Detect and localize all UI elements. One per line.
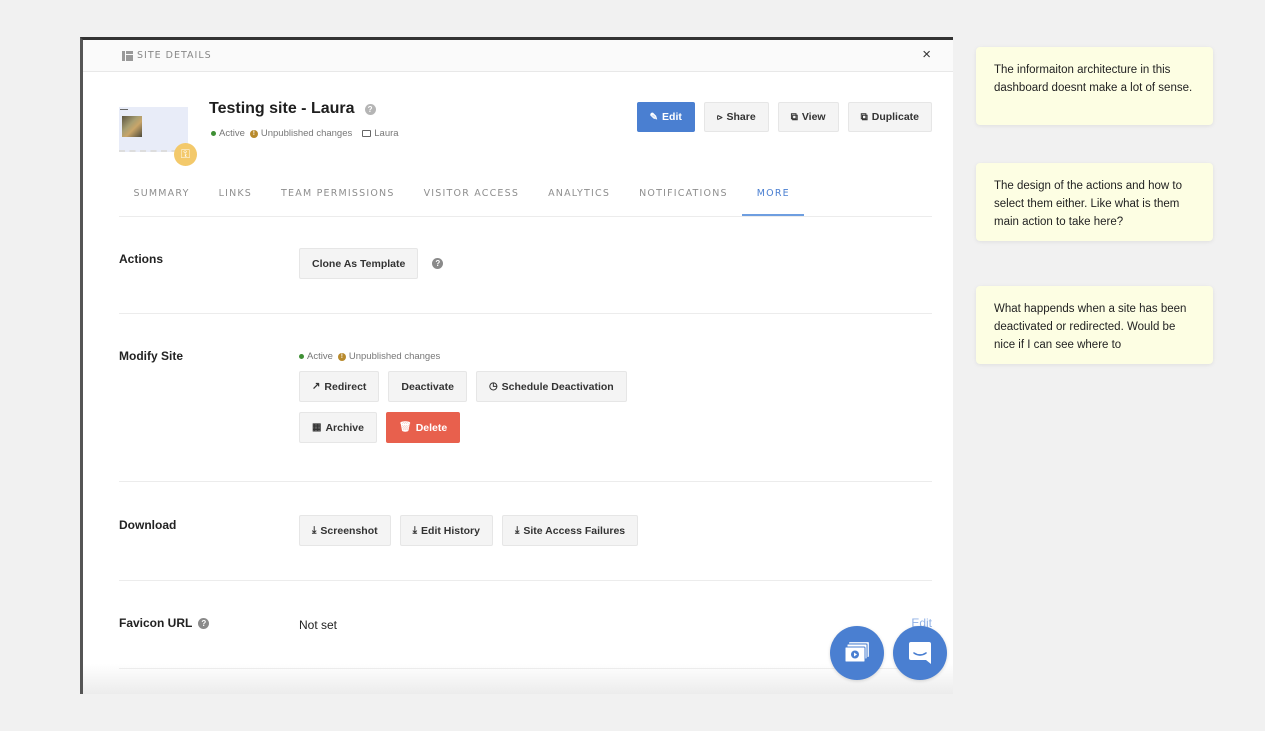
active-dot-icon <box>211 131 216 136</box>
archive-button[interactable]: ▦ Archive <box>299 412 377 443</box>
warning-icon: ! <box>249 129 258 138</box>
tab-notifications[interactable]: NOTIFICATIONS <box>625 180 743 216</box>
layout-icon <box>122 50 133 61</box>
feedback-note: The design of the actions and how to sel… <box>976 163 1213 241</box>
favicon-label-text: Favicon URL <box>119 616 193 630</box>
modify-status: Active ! Unpublished changes <box>299 351 627 362</box>
site-title-text: Testing site - Laura <box>209 100 355 117</box>
copy-icon: ⧉ <box>860 111 868 123</box>
folder-icon <box>362 130 372 137</box>
clone-as-template-button[interactable]: Clone As Template <box>299 248 419 279</box>
top-actions: ✎ Edit ⪧ Share ⧉ View ⧉ Duplicate <box>636 102 932 132</box>
redirect-button[interactable]: ↗ Redirect <box>299 371 380 402</box>
tab-visitor-access[interactable]: VISITOR ACCESS <box>409 180 534 216</box>
download-label: Download <box>119 518 177 532</box>
bottom-fade <box>83 664 953 694</box>
clock-icon: ◷ <box>488 381 498 392</box>
download-screenshot-button[interactable]: ⤓ Screenshot <box>299 515 391 546</box>
schedule-deactivation-label: Schedule Deactivation <box>501 380 614 393</box>
modal-title: SITE DETAILS <box>137 50 212 61</box>
archive-label: Archive <box>325 421 364 434</box>
site-access-failures-label: Site Access Failures <box>523 524 626 537</box>
tab-team-permissions[interactable]: TEAM PERMISSIONS <box>267 180 410 216</box>
archive-icon: ▦ <box>312 422 322 433</box>
chat-support-button[interactable] <box>893 626 947 680</box>
edit-label: Edit <box>662 111 682 123</box>
site-status: Active ! Unpublished changes Laura <box>211 128 399 139</box>
trash-icon: 🗑 <box>398 422 412 433</box>
share-button[interactable]: ⪧ Share <box>703 102 769 132</box>
help-icon[interactable]: ? <box>198 617 210 629</box>
modal-header: SITE DETAILS × <box>83 40 953 72</box>
download-icon: ⤓ <box>412 525 418 536</box>
status-active: Active <box>307 351 333 362</box>
pencil-icon: ✎ <box>649 111 659 123</box>
tab-bar: SUMMARY LINKS TEAM PERMISSIONS VISITOR A… <box>119 180 932 217</box>
duplicate-label: Duplicate <box>871 111 919 123</box>
tab-more[interactable]: MORE <box>742 180 805 216</box>
download-section: Download ⤓ Screenshot ⤓ Edit History ⤓ S… <box>119 482 932 581</box>
active-dot-icon <box>299 354 304 359</box>
site-details-modal: SITE DETAILS × ⚿ Testing site - Laura ? … <box>80 37 953 694</box>
status-unpublished: Unpublished changes <box>260 128 353 139</box>
site-title: Testing site - Laura ? <box>209 100 376 118</box>
delete-button[interactable]: 🗑 Delete <box>385 412 461 443</box>
site-preview-image <box>122 116 142 137</box>
view-button[interactable]: ⧉ View <box>777 102 839 132</box>
actions-label: Actions <box>119 252 164 266</box>
download-icon: ⤓ <box>514 525 520 536</box>
download-edit-history-button[interactable]: ⤓ Edit History <box>399 515 493 546</box>
video-library-icon <box>844 642 869 663</box>
feedback-note: The informaiton architecture in this das… <box>976 47 1213 125</box>
video-tutorial-button[interactable] <box>830 626 884 680</box>
deactivate-button[interactable]: Deactivate <box>388 371 467 402</box>
favicon-section: Favicon URL ? Not set Edit <box>119 581 932 669</box>
modify-site-section: Modify Site Active ! Unpublished changes… <box>119 314 932 482</box>
edit-history-label: Edit History <box>421 524 480 537</box>
external-link-icon: ⧉ <box>790 111 798 123</box>
download-icon: ⤓ <box>312 525 317 536</box>
status-active: Active <box>219 128 245 139</box>
view-label: View <box>801 111 826 123</box>
duplicate-button[interactable]: ⧉ Duplicate <box>847 102 932 132</box>
help-icon[interactable]: ? <box>432 258 444 269</box>
key-icon: ⚿ <box>174 143 197 166</box>
redirect-icon: ↗ <box>312 381 321 392</box>
feedback-note: What happends when a site has been deact… <box>976 286 1213 364</box>
favicon-value: Not set <box>299 618 338 632</box>
status-unpublished: Unpublished changes <box>348 351 441 362</box>
tab-links[interactable]: LINKS <box>204 180 266 216</box>
modify-site-label: Modify Site <box>119 349 184 363</box>
tab-analytics[interactable]: ANALYTICS <box>534 180 625 216</box>
share-label: Share <box>726 111 756 123</box>
schedule-deactivation-button[interactable]: ◷ Schedule Deactivation <box>475 371 627 402</box>
download-site-access-failures-button[interactable]: ⤓ Site Access Failures <box>501 515 639 546</box>
favicon-label: Favicon URL ? <box>119 616 210 630</box>
site-folder[interactable]: Laura <box>374 128 398 139</box>
actions-section: Actions Clone As Template ? <box>119 217 932 314</box>
tab-summary[interactable]: SUMMARY <box>119 180 204 216</box>
redirect-label: Redirect <box>324 380 367 393</box>
warning-icon: ! <box>337 352 346 361</box>
edit-button[interactable]: ✎ Edit <box>636 102 695 132</box>
close-button[interactable]: × <box>922 47 931 62</box>
help-icon[interactable]: ? <box>364 103 376 115</box>
screenshot-label: Screenshot <box>320 524 378 537</box>
delete-label: Delete <box>415 421 448 434</box>
share-icon: ⪧ <box>716 111 723 123</box>
chat-icon <box>909 642 931 664</box>
